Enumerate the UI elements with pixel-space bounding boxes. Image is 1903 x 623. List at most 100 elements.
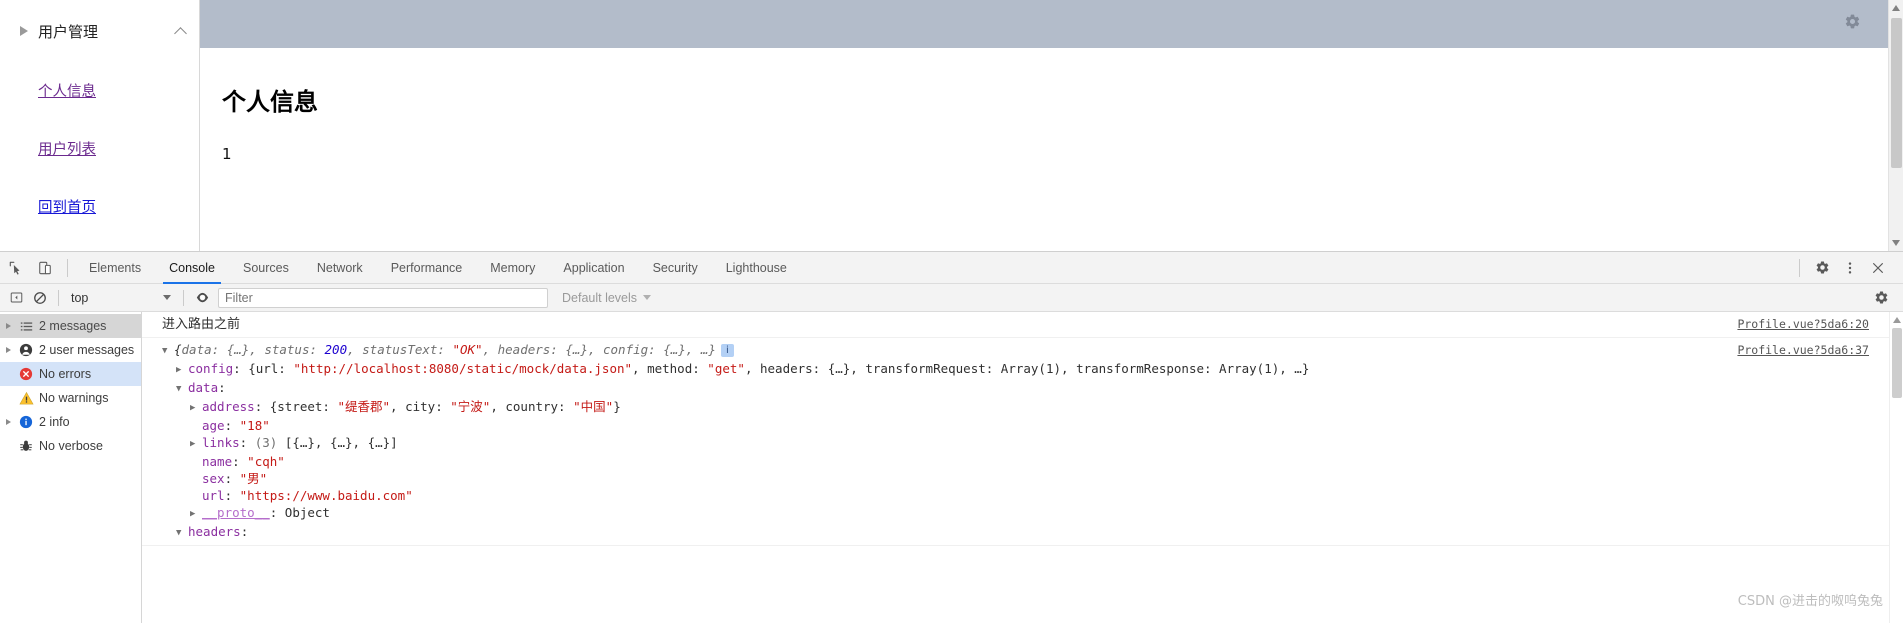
console-sidebar-toggle-icon[interactable] [4, 286, 28, 310]
gear-icon[interactable] [1844, 13, 1861, 35]
object-prop-data[interactable]: ▼ data: [162, 379, 1903, 398]
tab-application[interactable]: Application [549, 252, 638, 284]
sidebar-item-label: 2 user messages [39, 343, 135, 357]
devtools-panel: Elements Console Sources Network Perform… [0, 251, 1903, 623]
prop-address-close: } [613, 399, 621, 414]
toolbar-divider [67, 258, 68, 277]
chevron-down-icon[interactable] [643, 295, 652, 300]
object-prop-age[interactable]: age: "18" [162, 417, 1903, 434]
sidebar-item-info[interactable]: 2 info [0, 410, 141, 434]
sidebar-item-verbose[interactable]: No verbose [0, 434, 141, 458]
device-toolbar-icon[interactable] [30, 261, 60, 275]
console-source-link[interactable]: Profile.vue?5da6:37 [1737, 342, 1869, 359]
content-banner [200, 0, 1903, 48]
sidebar-item-messages[interactable]: 2 messages [0, 314, 141, 338]
scroll-up-icon[interactable] [1892, 5, 1900, 11]
page-scrollbar[interactable] [1888, 0, 1903, 251]
object-prop-headers[interactable]: ▼ headers: [162, 523, 1903, 542]
prop-url-colon: : [224, 488, 240, 503]
summary-data-val: {…} [226, 342, 250, 357]
prop-sex-colon: : [224, 471, 240, 486]
twisty-closed-icon[interactable]: ▶ [176, 362, 186, 379]
page-scrollbar-thumb[interactable] [1891, 18, 1902, 168]
prop-key-sex: sex [202, 471, 225, 486]
triangle-right-icon[interactable] [3, 323, 13, 329]
sidebar-item-home[interactable]: 回到首页 [38, 196, 96, 217]
tab-sources[interactable]: Sources [229, 252, 303, 284]
console-source-link[interactable]: Profile.vue?5da6:20 [1737, 316, 1869, 333]
prop-address-mid1: , city: [390, 399, 451, 414]
prop-key-links: links [202, 435, 240, 450]
tab-performance[interactable]: Performance [377, 252, 477, 284]
devtools-tabbar: Elements Console Sources Network Perform… [0, 252, 1903, 284]
tab-lighthouse[interactable]: Lighthouse [712, 252, 801, 284]
object-prop-proto[interactable]: ▶ __proto__: Object [162, 504, 1903, 523]
tab-memory[interactable]: Memory [476, 252, 549, 284]
object-prop-address[interactable]: ▶ address: {street: "缇香郡", city: "宁波", co… [162, 398, 1903, 417]
filter-toolbar-right [1869, 286, 1903, 310]
sidebar-item-profile[interactable]: 个人信息 [38, 80, 96, 101]
tab-elements[interactable]: Elements [75, 252, 155, 284]
prop-links-count: (3) [254, 435, 278, 450]
triangle-right-icon[interactable] [20, 26, 28, 36]
twisty-closed-icon[interactable]: ▶ [190, 400, 200, 417]
more-vertical-icon[interactable] [1837, 255, 1863, 281]
console-message-object[interactable]: Profile.vue?5da6:37 ▼ {data: {…}, status:… [142, 338, 1903, 546]
tab-console[interactable]: Console [155, 252, 229, 284]
prop-config-open: : {url: [233, 361, 294, 376]
twisty-open-icon[interactable]: ▼ [176, 381, 186, 398]
clear-console-icon[interactable] [28, 286, 52, 310]
live-expression-icon[interactable] [190, 286, 214, 310]
prop-config-method: "get" [707, 361, 745, 376]
tab-network[interactable]: Network [303, 252, 377, 284]
tab-security[interactable]: Security [639, 252, 712, 284]
prop-key-age: age [202, 418, 225, 433]
info-badge-icon[interactable]: i [720, 344, 734, 357]
object-prop-sex[interactable]: sex: "男" [162, 470, 1903, 487]
prop-name-colon: : [232, 454, 248, 469]
warning-icon [17, 391, 35, 406]
sidebar-item-user-list[interactable]: 用户列表 [38, 138, 96, 159]
sidebar-group-header-left: 用户管理 [20, 21, 98, 42]
browser-viewport: 用户管理 个人信息 用户列表 回到首页 个人信息 1 [0, 0, 1903, 251]
scroll-up-icon[interactable] [1893, 317, 1901, 323]
filter-input[interactable] [218, 287, 548, 308]
object-prop-name[interactable]: name: "cqh" [162, 453, 1903, 470]
prop-config-url: "http://localhost:8080/static/mock/data.… [293, 361, 633, 376]
prop-proto-colon: : [269, 505, 285, 520]
prop-key-data: data [188, 380, 219, 395]
object-summary-line[interactable]: ▼ {data: {…}, status: 200, statusText: "O… [162, 341, 1903, 360]
twisty-open-icon[interactable]: ▼ [162, 343, 172, 360]
summary-headers-key: , headers: [482, 342, 566, 357]
chevron-up-icon[interactable] [174, 26, 187, 40]
scroll-down-icon[interactable] [1892, 240, 1900, 246]
inspect-element-icon[interactable] [0, 261, 30, 275]
sidebar-group-header[interactable]: 用户管理 [0, 18, 199, 44]
bug-icon [17, 439, 35, 453]
sidebar-item-warnings[interactable]: No warnings [0, 386, 141, 410]
prop-age-colon: : [224, 418, 240, 433]
object-prop-links[interactable]: ▶ links: (3) [{…}, {…}, {…}] [162, 434, 1903, 453]
object-prop-config[interactable]: ▶ config: {url: "http://localhost:8080/st… [162, 360, 1903, 379]
close-icon[interactable] [1865, 255, 1891, 281]
execution-context-select[interactable]: top [65, 288, 177, 308]
chevron-down-icon[interactable] [163, 295, 171, 300]
prop-config-rest: , headers: {…}, transformRequest: Array(… [744, 361, 1310, 376]
console-message-text[interactable]: 进入路由之前 Profile.vue?5da6:20 [142, 312, 1903, 338]
sidebar-item-user-messages[interactable]: 2 user messages [0, 338, 141, 362]
triangle-right-icon[interactable] [3, 419, 13, 425]
twisty-closed-icon[interactable]: ▶ [190, 506, 200, 523]
prop-proto-value: Object [284, 505, 330, 520]
twisty-open-icon[interactable]: ▼ [176, 525, 186, 542]
sidebar-item-errors[interactable]: No errors [0, 362, 141, 386]
devtools-tab-list: Elements Console Sources Network Perform… [75, 252, 801, 284]
twisty-closed-icon[interactable]: ▶ [190, 436, 200, 453]
console-settings-gear-icon[interactable] [1869, 286, 1893, 310]
triangle-right-icon[interactable] [3, 347, 13, 353]
log-levels-select[interactable]: Default levels [562, 291, 652, 305]
console-scrollbar[interactable] [1889, 312, 1903, 623]
prop-url-value: "https://www.baidu.com" [239, 488, 413, 503]
gear-icon[interactable] [1809, 255, 1835, 281]
console-scrollbar-thumb[interactable] [1892, 328, 1902, 398]
object-prop-url[interactable]: url: "https://www.baidu.com" [162, 487, 1903, 504]
